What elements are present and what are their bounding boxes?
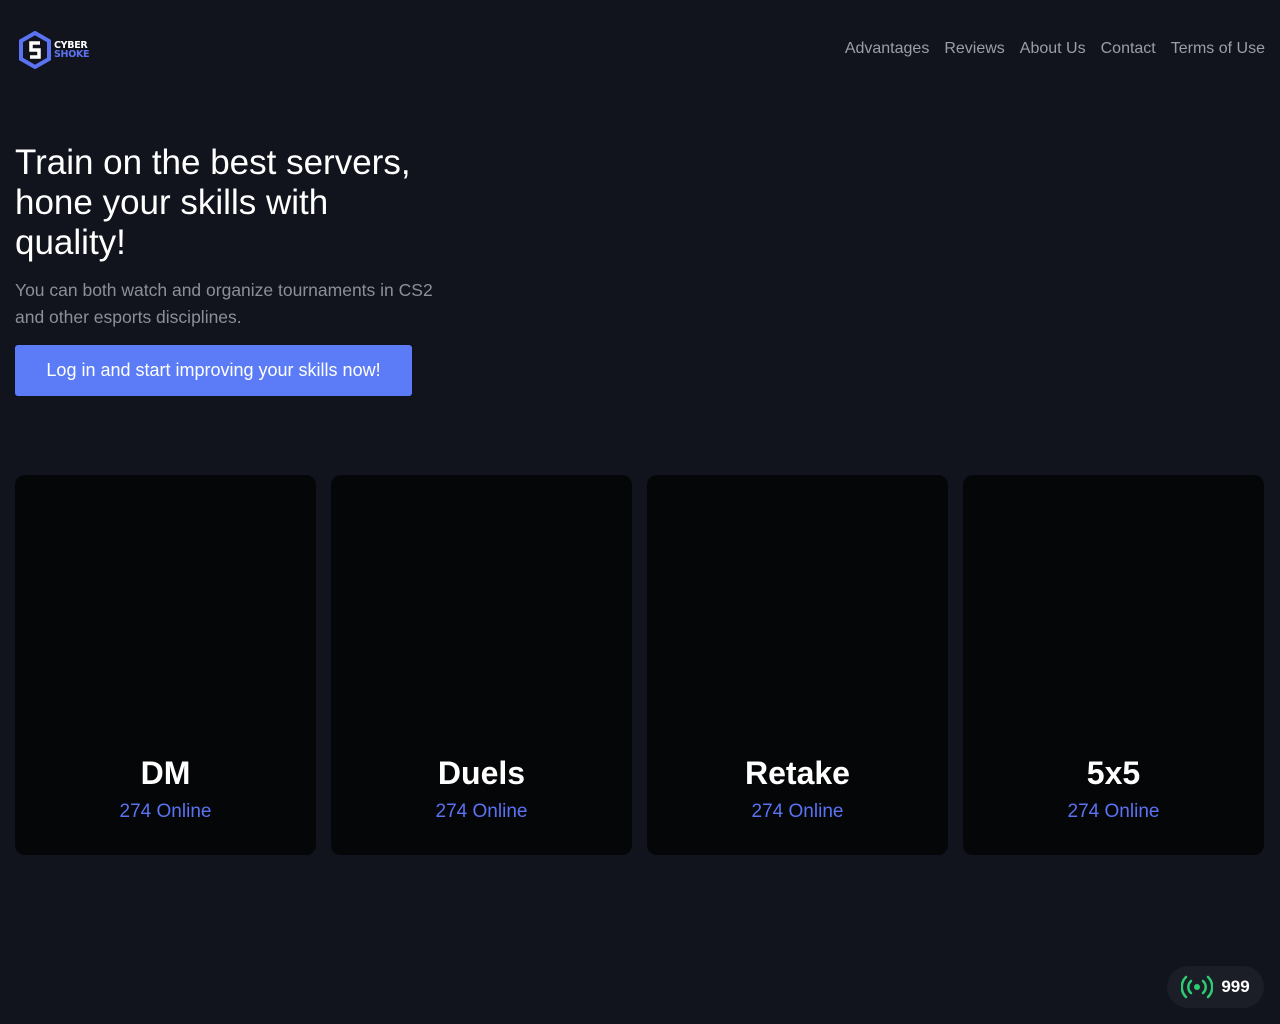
logo-icon [19,31,51,69]
online-status-badge[interactable]: 999 [1167,966,1264,1008]
game-modes: DM 274 Online Duels 274 Online Retake 274 O… [15,475,1264,855]
mode-card-duels[interactable]: Duels 274 Online [331,475,632,855]
nav-terms[interactable]: Terms of Use [1171,40,1265,58]
hero-subtitle: You can both watch and organize tourname… [15,280,433,327]
online-count: 999 [1221,977,1250,996]
main-nav: Advantages Reviews About Us Contact Term… [845,40,1265,58]
mode-name: DM [140,755,191,791]
logo-text: CYBER SHOKE [54,41,90,60]
mode-online: 274 Online [435,801,528,822]
mode-name: Duels [437,755,526,791]
logo-line2: SHOKE [54,49,90,60]
mode-card-dm[interactable]: DM 274 Online [15,475,316,855]
mode-online: 274 Online [1067,801,1160,822]
login-cta-button[interactable]: Log in and start improving your skills n… [15,345,412,396]
mode-name: 5x5 [1086,755,1141,791]
mode-card-retake[interactable]: Retake 274 Online [647,475,948,855]
mode-online: 274 Online [119,801,212,822]
broadcast-icon [1181,975,1214,999]
nav-advantages[interactable]: Advantages [845,40,930,58]
nav-contact[interactable]: Contact [1101,40,1156,58]
mode-name: Retake [745,755,850,791]
nav-reviews[interactable]: Reviews [944,40,1004,58]
nav-about-us[interactable]: About Us [1020,40,1086,58]
mode-card-5x5[interactable]: 5x5 274 Online [963,475,1264,855]
mode-online: 274 Online [751,801,844,822]
hero-title: Train on the best servers, hone your ski… [15,143,411,262]
logo[interactable]: CYBER SHOKE [18,31,90,69]
